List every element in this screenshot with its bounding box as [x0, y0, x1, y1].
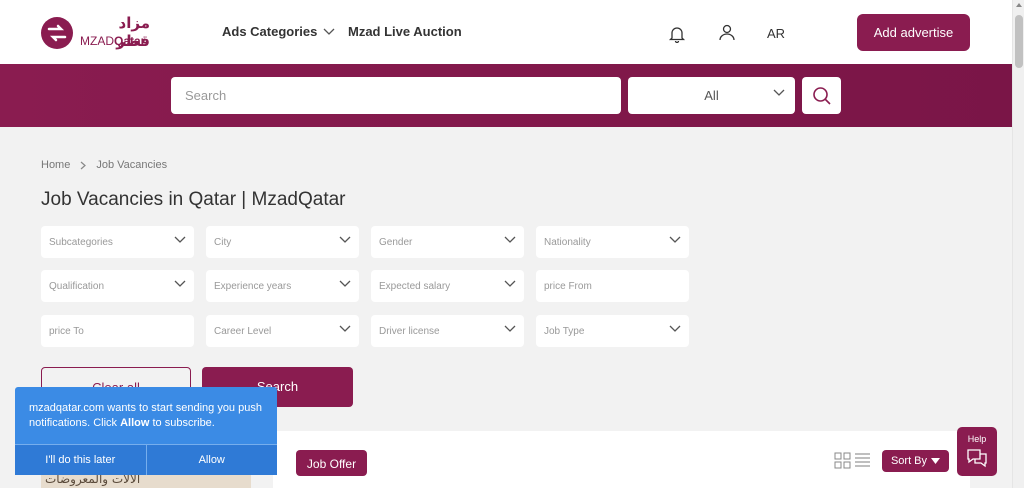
chevron-down-icon — [773, 89, 785, 96]
filter-job-type[interactable]: Job Type — [536, 315, 689, 347]
page-title: Job Vacancies in Qatar | MzadQatar — [41, 189, 346, 210]
filter-expected-salary[interactable]: Expected salary — [371, 270, 524, 302]
filter-price-to[interactable]: price To — [41, 315, 194, 347]
logo-english-text: MZADQatar — [80, 34, 146, 48]
filter-subcategories[interactable]: Subcategories — [41, 226, 194, 258]
nav-ads-categories[interactable]: Ads Categories — [222, 24, 335, 39]
filter-gender[interactable]: Gender — [371, 226, 524, 258]
filter-label: Driver license — [379, 325, 440, 337]
filter-qualification[interactable]: Qualification — [41, 270, 194, 302]
search-input[interactable]: Search — [171, 77, 621, 114]
filter-city[interactable]: City — [206, 226, 359, 258]
search-button[interactable] — [802, 77, 841, 114]
help-label: Help — [967, 434, 987, 444]
list-view-icon[interactable] — [854, 452, 871, 469]
caret-down-icon — [931, 458, 941, 464]
filter-label: Nationality — [544, 236, 591, 248]
filter-experience-years[interactable]: Experience years — [206, 270, 359, 302]
filter-label: Job Type — [544, 325, 585, 337]
chevron-down-icon — [504, 325, 516, 332]
filter-label: Career Level — [214, 325, 272, 337]
chevron-down-icon — [669, 325, 681, 332]
help-button[interactable]: Help — [957, 427, 997, 476]
search-icon — [812, 86, 831, 105]
filter-label: price To — [49, 325, 84, 337]
add-advertise-button[interactable]: Add advertise — [857, 14, 970, 51]
filter-price-from[interactable]: price From — [536, 270, 689, 302]
chevron-right-icon — [80, 161, 87, 169]
filter-career-level[interactable]: Career Level — [206, 315, 359, 347]
chevron-down-icon — [504, 236, 516, 243]
filter-driver-license[interactable]: Driver license — [371, 315, 524, 347]
notification-allow-button[interactable]: Allow — [146, 445, 277, 475]
chevron-down-icon — [174, 280, 186, 287]
thumbnail-text: الآلات والمعروضات — [45, 474, 141, 486]
notification-text: mzadqatar.com wants to start sending you… — [29, 402, 262, 429]
logo-mark-icon — [41, 17, 73, 49]
chevron-down-icon — [339, 325, 351, 332]
bell-icon[interactable] — [668, 25, 686, 43]
sort-by-label: Sort By — [890, 455, 928, 467]
chevron-down-icon — [174, 236, 186, 243]
chevron-down-icon — [504, 280, 516, 287]
push-notification-prompt: mzadqatar.com wants to start sending you… — [15, 387, 277, 475]
nav-ads-categories-label: Ads Categories — [222, 24, 318, 39]
filter-label: Qualification — [49, 280, 105, 292]
category-select[interactable]: All — [628, 77, 795, 114]
site-logo[interactable]: مزاد قطر MZADQatar — [40, 14, 150, 52]
chevron-down-icon — [323, 28, 335, 35]
chevron-down-icon — [669, 236, 681, 243]
sort-by-button[interactable]: Sort By — [882, 450, 949, 472]
filter-label: City — [214, 236, 232, 248]
filter-nationality[interactable]: Nationality — [536, 226, 689, 258]
listing-thumbnail[interactable]: الآلات والمعروضات — [41, 474, 251, 488]
job-offer-badge[interactable]: Job Offer — [296, 450, 367, 476]
filter-label: Subcategories — [49, 236, 113, 248]
filter-label: Gender — [379, 236, 413, 248]
filter-label: price From — [544, 280, 592, 292]
breadcrumb-home[interactable]: Home — [41, 159, 70, 171]
scrollbar[interactable] — [1012, 0, 1024, 488]
site-header: مزاد قطر MZADQatar Ads Categories Mzad L… — [0, 0, 1012, 64]
scroll-thumb[interactable] — [1015, 15, 1023, 68]
chat-help-icon — [967, 449, 987, 468]
user-icon[interactable] — [718, 23, 736, 41]
breadcrumb: Home Job Vacancies — [41, 159, 167, 171]
notification-later-button[interactable]: I'll do this later — [15, 445, 146, 475]
breadcrumb-current: Job Vacancies — [96, 159, 168, 171]
chevron-down-icon — [339, 236, 351, 243]
nav-live-auction[interactable]: Mzad Live Auction — [348, 24, 462, 39]
language-toggle[interactable]: AR — [767, 26, 785, 41]
filter-label: Experience years — [214, 280, 292, 292]
grid-view-icon[interactable] — [834, 452, 851, 469]
scroll-up-arrow-icon[interactable] — [1016, 3, 1022, 7]
chevron-down-icon — [339, 280, 351, 287]
filter-label: Expected salary — [379, 280, 451, 292]
category-select-value: All — [704, 88, 719, 103]
